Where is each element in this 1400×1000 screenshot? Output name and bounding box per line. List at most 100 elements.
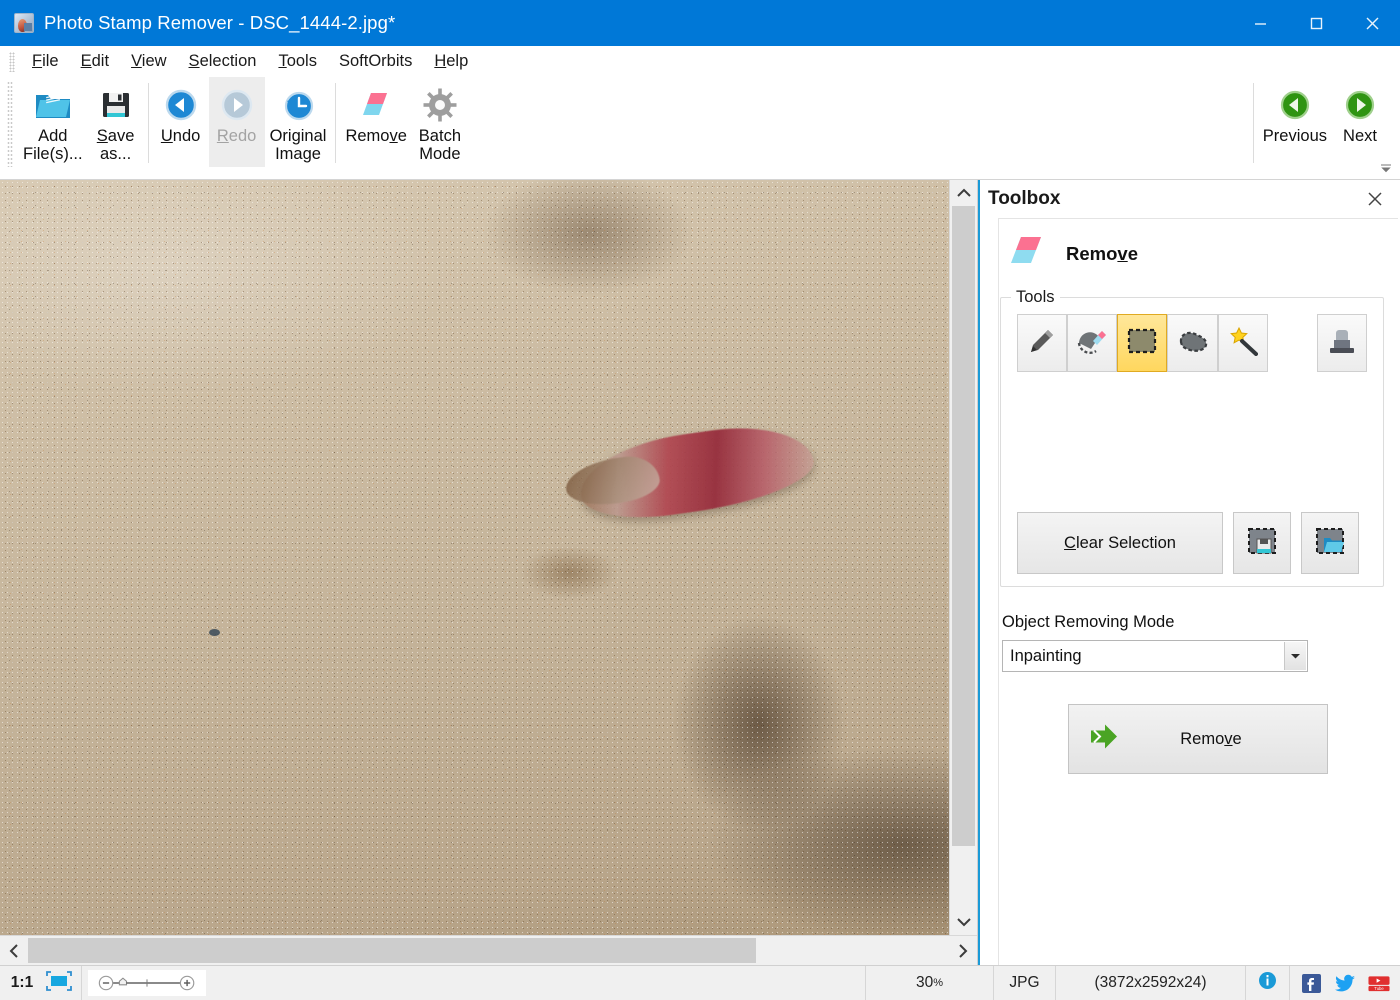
save-as-label: Save as... xyxy=(96,127,135,163)
tools-group: Tools Clear Selection xyxy=(1000,288,1384,587)
image-canvas[interactable] xyxy=(0,180,949,935)
clear-selection-button[interactable]: Clear Selection xyxy=(1017,512,1223,574)
menu-item-selection[interactable]: Selection xyxy=(178,49,268,74)
undo-button[interactable]: Undo xyxy=(153,77,209,167)
menu-item-help[interactable]: Help xyxy=(423,49,479,74)
tool-rectangle-marquee[interactable] xyxy=(1117,314,1168,372)
vertical-scroll-thumb[interactable] xyxy=(952,206,975,846)
menu-item-tools[interactable]: Tools xyxy=(267,49,328,74)
facebook-icon[interactable] xyxy=(1300,972,1322,994)
title-bar: Photo Stamp Remover - DSC_1444-2.jpg* xyxy=(0,0,1400,46)
remove-toolbar-button[interactable]: Remove xyxy=(340,77,411,167)
green-left-arrow-icon xyxy=(1279,83,1311,127)
scroll-down-button[interactable] xyxy=(950,909,977,935)
image-canvas-area xyxy=(0,180,978,965)
remove-toolbar-label: Remove xyxy=(345,127,407,145)
object-removing-mode-select[interactable]: Inpainting xyxy=(1002,640,1308,672)
close-icon[interactable] xyxy=(1364,188,1386,210)
lasso-icon xyxy=(1177,328,1209,359)
scroll-right-button[interactable] xyxy=(949,936,977,965)
zoom-ratio-label[interactable]: 1:1 xyxy=(0,966,36,1000)
horizontal-scroll-track[interactable] xyxy=(28,936,949,965)
selection-actions-row: Clear Selection xyxy=(1011,512,1373,574)
green-right-arrow-icon xyxy=(1344,83,1376,127)
menu-item-view[interactable]: View xyxy=(120,49,177,74)
zoom-slider[interactable] xyxy=(88,970,206,996)
close-button[interactable] xyxy=(1344,0,1400,46)
menu-item-edit[interactable]: Edit xyxy=(70,49,120,74)
tools-row xyxy=(1011,312,1373,372)
zoom-percent-cell: 30% xyxy=(866,966,994,1000)
maximize-button[interactable] xyxy=(1288,0,1344,46)
remove-section-title: Remove xyxy=(1066,242,1138,264)
info-button[interactable] xyxy=(1246,966,1290,1000)
next-button[interactable]: Next xyxy=(1332,77,1388,167)
menu-grip[interactable] xyxy=(9,51,15,72)
image-dimensions-cell: (3872x2592x24) xyxy=(1056,966,1246,1000)
undo-label: Undo xyxy=(160,127,201,145)
clone-stamp-icon xyxy=(1327,326,1357,361)
tool-lasso[interactable] xyxy=(1167,314,1218,372)
undo-arrow-icon xyxy=(164,83,198,127)
add-files-button[interactable]: Add File(s)... xyxy=(18,77,88,167)
social-links: Tube xyxy=(1290,966,1400,1000)
redo-button[interactable]: Redo xyxy=(208,77,265,167)
previous-label: Previous xyxy=(1262,127,1327,145)
zoom-out-icon xyxy=(98,975,114,991)
tool-clone-stamp[interactable] xyxy=(1316,314,1367,372)
svg-text:Tube: Tube xyxy=(1374,986,1384,991)
youtube-icon[interactable]: Tube xyxy=(1368,972,1390,994)
add-files-label: Add File(s)... xyxy=(23,127,83,163)
zoom-percent-value: 30 xyxy=(915,974,934,991)
horizontal-scrollbar[interactable] xyxy=(0,935,977,965)
zoom-in-icon xyxy=(179,975,195,991)
application-window: Photo Stamp Remover - DSC_1444-2.jpg* Fi… xyxy=(0,0,1400,1000)
gear-icon xyxy=(423,83,457,127)
canvas-row xyxy=(0,180,977,935)
magic-wand-icon xyxy=(1228,326,1258,361)
scroll-up-button[interactable] xyxy=(950,180,977,206)
horizontal-scroll-thumb[interactable] xyxy=(28,938,756,963)
load-selection-button[interactable] xyxy=(1301,512,1359,574)
toolbar-separator-3 xyxy=(1252,83,1254,163)
tool-eraser-selection[interactable] xyxy=(1067,314,1118,372)
file-format-cell: JPG xyxy=(994,966,1056,1000)
app-icon xyxy=(14,13,34,33)
save-selection-button[interactable] xyxy=(1233,512,1291,574)
window-controls xyxy=(1232,0,1400,46)
save-selection-icon xyxy=(1247,527,1277,560)
vertical-scrollbar[interactable] xyxy=(949,180,977,935)
zoom-percent-suffix: % xyxy=(933,977,944,989)
load-selection-icon xyxy=(1315,527,1345,560)
sand-grain-texture xyxy=(0,180,949,935)
chevron-down-icon[interactable] xyxy=(1284,642,1306,670)
minimize-button[interactable] xyxy=(1232,0,1288,46)
toolbox-header: Toolbox xyxy=(980,180,1400,218)
toolbox-panel: Toolbox Remove Tools Clear Selection Obj… xyxy=(978,180,1400,965)
fit-to-window-button[interactable] xyxy=(36,966,82,1000)
scroll-left-button[interactable] xyxy=(0,936,28,965)
toolbox-body: Remove Tools Clear Selection Object Remo… xyxy=(980,218,1400,965)
batch-mode-button[interactable]: Batch Mode xyxy=(412,77,468,167)
tool-magic-wand[interactable] xyxy=(1217,314,1268,372)
status-message-area xyxy=(212,966,866,1000)
object-removing-mode-value: Inpainting xyxy=(1010,646,1082,665)
remove-section-header: Remove xyxy=(998,218,1384,291)
toolbar-overflow-icon[interactable] xyxy=(1378,161,1394,175)
info-icon xyxy=(1258,971,1277,995)
menu-item-softorbits[interactable]: SoftOrbits xyxy=(328,49,423,74)
save-as-button[interactable]: Save as... xyxy=(88,77,144,167)
tool-pencil[interactable] xyxy=(1017,314,1068,372)
status-bar: 1:1 30 % JPG (3872x2592x24) Tube xyxy=(0,965,1400,1000)
twitter-icon[interactable] xyxy=(1334,972,1356,994)
redo-label: Redo xyxy=(216,127,257,145)
menu-item-file[interactable]: File xyxy=(21,49,70,74)
eraser-icon xyxy=(358,83,394,127)
previous-button[interactable]: Previous xyxy=(1258,77,1332,167)
eraser-icon xyxy=(1006,232,1048,275)
original-image-button[interactable]: Original Image xyxy=(265,77,332,167)
toolbar-nav-group: Previous Next xyxy=(1249,77,1400,167)
remove-action-button[interactable]: Remove xyxy=(1068,704,1328,774)
vertical-scroll-track[interactable] xyxy=(950,206,977,909)
toolbar-grip[interactable] xyxy=(7,81,13,167)
